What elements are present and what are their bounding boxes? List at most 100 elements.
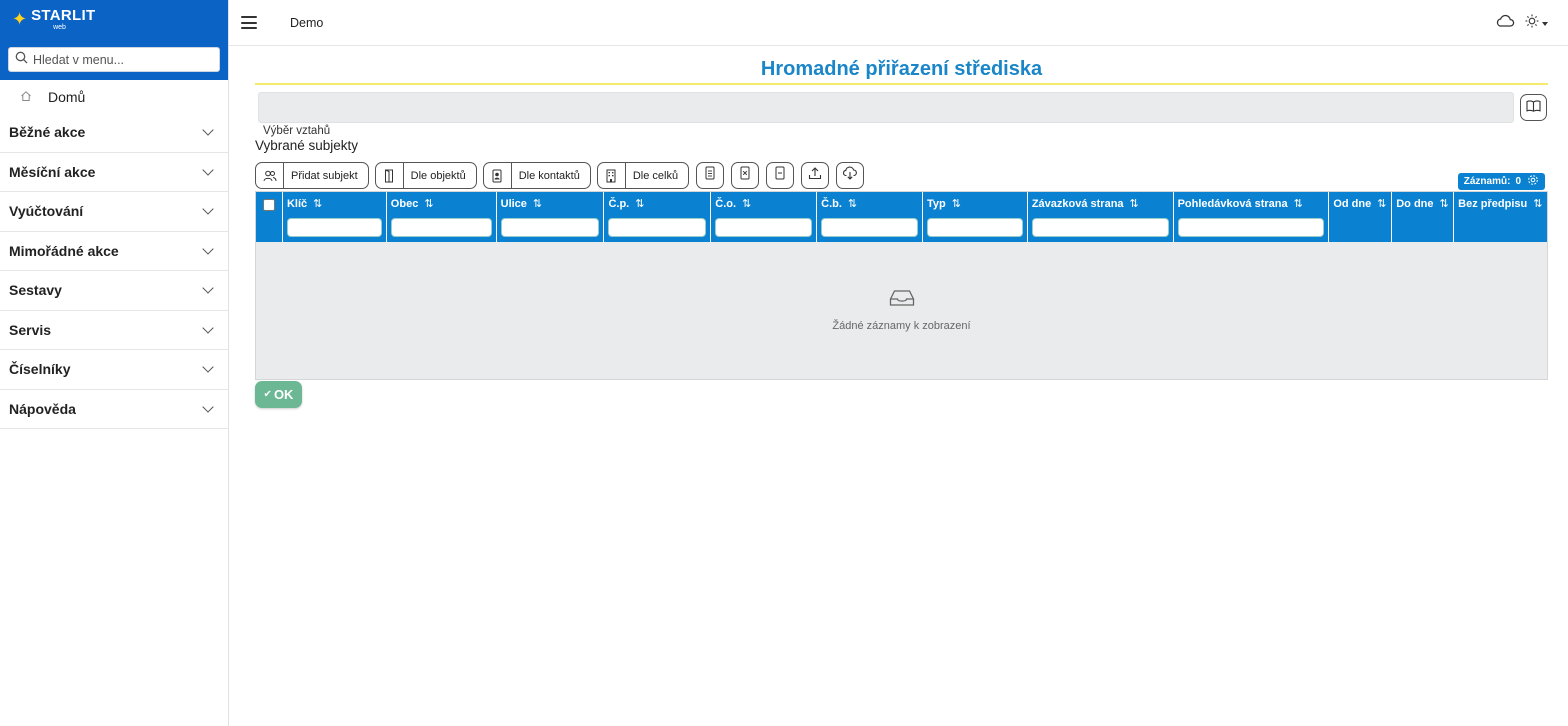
logo[interactable]: ✦ STARLIT web [8,8,220,38]
upload-button[interactable] [801,162,830,189]
relation-picker-button[interactable] [1520,94,1547,121]
title-underline [255,83,1548,85]
sort-icon[interactable]: ⇅ [1377,197,1386,210]
sidebar-item-servis[interactable]: Servis [0,311,228,350]
gear-icon[interactable] [1527,174,1539,189]
sort-icon[interactable]: ⇅ [313,197,322,210]
column-header[interactable]: Typ ⇅ [923,192,1028,242]
sort-icon[interactable]: ⇅ [533,197,542,210]
column-header[interactable]: Č.p. ⇅ [604,192,712,242]
document-x-icon [740,166,750,185]
relation-select-row [255,92,1548,123]
document-minus-icon [775,166,785,185]
column-header[interactable]: Bez předpisu ⇅ [1454,192,1547,242]
table-body: Žádné záznamy k zobrazení [256,242,1547,379]
section-title: Vybrané subjekty [255,138,359,153]
sort-icon[interactable]: ⇅ [1294,197,1303,210]
sidebar-item-label: Měsíční akce [9,163,96,180]
sidebar-item-label: Domů [48,88,86,105]
sort-icon[interactable]: ⇅ [848,197,857,210]
ok-button[interactable]: ✔ OK [255,381,302,408]
main-content: Hromadné přiřazení střediska Výběr vztah… [255,46,1548,408]
column-title: Pohledávková strana [1177,197,1288,210]
sidebar-menu: Běžné akce Měsíční akce Vyúčtování Mimoř… [0,113,228,429]
column-header[interactable]: Do dne ⇅ [1392,192,1455,242]
remove-document-button[interactable] [731,162,760,189]
by-units-button[interactable]: Dle celků [596,162,690,189]
sidebar-item-label: Vyúčtování [9,203,84,220]
sidebar-item-bezne-akce[interactable]: Běžné akce [0,113,228,153]
column-header[interactable]: Od dne ⇅ [1329,192,1393,242]
menu-search [8,47,220,72]
column-filter-input[interactable] [1031,218,1169,237]
sidebar-item-sestavy[interactable]: Sestavy [0,271,228,311]
column-header[interactable]: Klíč ⇅ [283,192,387,242]
by-contacts-button[interactable]: Dle kontaktů [482,162,591,189]
column-title: Do dne [1396,197,1434,210]
select-all-checkbox[interactable] [262,199,275,211]
column-filter-input[interactable] [821,218,918,237]
sort-icon[interactable]: ⇅ [1440,197,1449,210]
add-subject-label: Přidat subjekt [291,169,358,182]
sidebar-item-mesicni-akce[interactable]: Měsíční akce [0,153,228,192]
column-title: Ulice [500,197,527,210]
column-title: Č.o. [715,197,737,210]
contact-card-icon [484,163,512,188]
column-title: Č.b. [821,197,842,210]
door-icon [376,163,404,188]
sidebar-item-vyuctovani[interactable]: Vyúčtování [0,192,228,232]
add-subject-button[interactable]: Přidat subjekt [255,162,369,189]
sort-icon[interactable]: ⇅ [742,197,751,210]
breadcrumb[interactable]: Demo [290,16,323,30]
column-header[interactable]: Závazková strana ⇅ [1028,192,1174,242]
sidebar-item-label: Sestavy [9,282,62,299]
caret-down-icon [1542,21,1548,26]
cloud-download-icon [842,166,858,185]
sidebar-item-ciselniky[interactable]: Číselníky [0,350,228,390]
column-title: Obec [390,197,419,210]
sort-icon[interactable]: ⇅ [424,197,433,210]
column-filter-input[interactable] [500,218,600,237]
document-list-button[interactable] [696,162,725,189]
building-icon [598,163,626,188]
sidebar-item-mimoradne-akce[interactable]: Mimořádné akce [0,232,228,271]
sort-icon[interactable]: ⇅ [1130,197,1139,210]
chevron-down-icon [202,124,214,136]
theme-toggle[interactable] [1525,14,1548,33]
chevron-down-icon [202,361,214,373]
cloud-download-button[interactable] [836,162,865,189]
column-filter-input[interactable] [926,218,1023,237]
brand-sub: web [53,24,66,31]
column-filter-input[interactable] [608,218,707,237]
by-objects-button[interactable]: Dle objektů [374,162,477,189]
column-filter-input[interactable] [286,218,382,237]
top-bar-actions [1495,13,1548,34]
sort-icon[interactable]: ⇅ [1533,197,1542,210]
chevron-down-icon [202,164,214,176]
sidebar-item-home[interactable]: Domů [0,80,228,113]
sidebar-item-napoveda[interactable]: Nápověda [0,390,228,429]
cloud-icon[interactable] [1495,13,1515,34]
sort-icon[interactable]: ⇅ [635,197,644,210]
book-icon [1526,99,1541,117]
document-minus-button[interactable] [766,162,795,189]
hamburger-menu-icon[interactable] [241,16,257,29]
sort-icon[interactable]: ⇅ [952,197,961,210]
home-icon [20,89,32,105]
column-header[interactable]: Č.b. ⇅ [817,192,923,242]
chevron-down-icon [202,203,214,215]
column-header[interactable]: Obec ⇅ [387,192,497,242]
column-header[interactable]: Č.o. ⇅ [711,192,818,242]
column-filter-input[interactable] [715,218,813,237]
menu-search-input[interactable] [33,52,213,67]
sidebar-item-label: Číselníky [9,361,71,378]
chevron-down-icon [202,401,214,413]
select-all-cell [256,192,283,242]
column-filter-input[interactable] [390,218,492,237]
table-header: Klíč ⇅ Obec ⇅ Ulice ⇅ Č.p. ⇅ Č.o. ⇅ Č.b. ⇅ Typ… [256,192,1547,242]
column-header[interactable]: Ulice ⇅ [497,192,605,242]
column-filter-input[interactable] [1177,218,1325,237]
column-header[interactable]: Pohledávková strana ⇅ [1174,192,1330,242]
relation-select-field[interactable] [258,92,1514,123]
column-title: Č.p. [608,197,630,210]
